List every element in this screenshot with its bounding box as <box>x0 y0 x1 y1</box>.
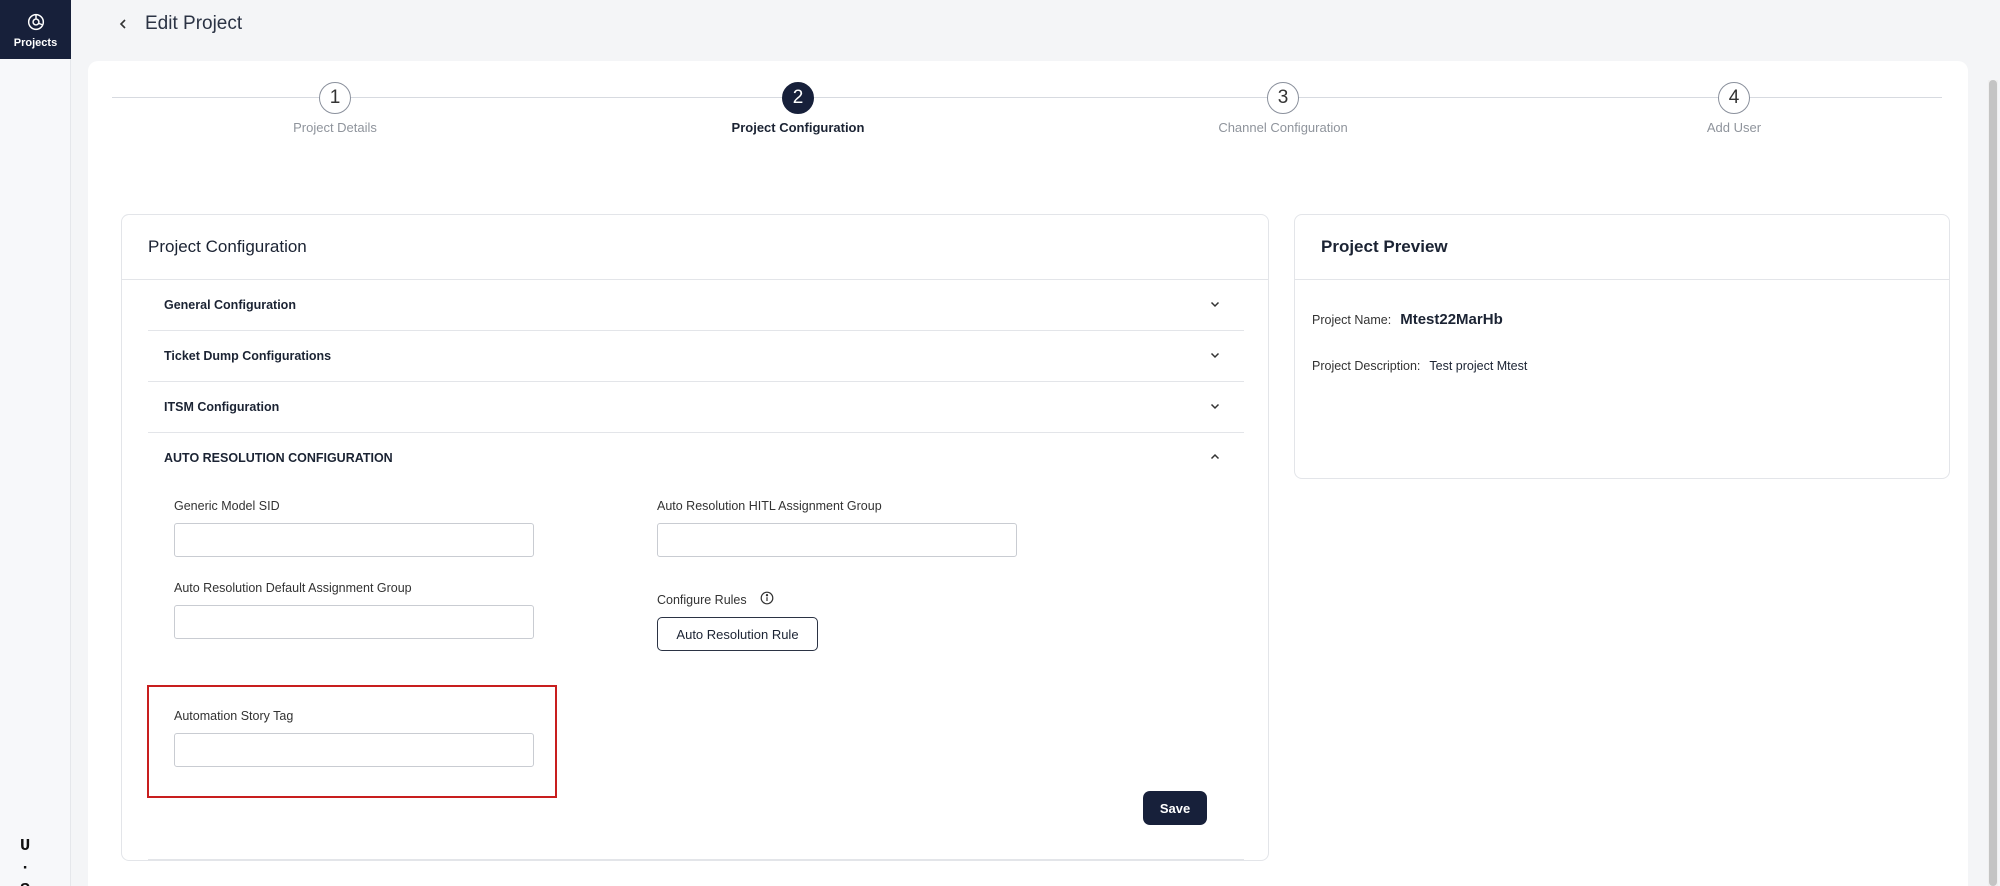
automation-story-tag-label: Automation Story Tag <box>174 709 294 723</box>
step-label: Channel Configuration <box>1218 120 1348 135</box>
card-title: Project Configuration <box>148 237 307 256</box>
project-name-value: Mtest22MarHb <box>1400 311 1503 328</box>
step-number: 4 <box>1718 82 1750 114</box>
step-number: 2 <box>782 82 814 114</box>
project-name-label: Project Name: <box>1312 313 1392 327</box>
step-add-user[interactable]: 4 Add User <box>1634 82 1834 135</box>
chevron-down-icon <box>1210 301 1220 308</box>
project-configuration-card: Project Configuration General Configurat… <box>121 214 1269 861</box>
step-project-configuration[interactable]: 2 Project Configuration <box>698 82 898 135</box>
hitl-assignment-group-label: Auto Resolution HITL Assignment Group <box>657 499 882 513</box>
chevron-up-icon <box>1210 453 1220 460</box>
step-project-details[interactable]: 1 Project Details <box>235 82 435 135</box>
scrollbar-thumb[interactable] <box>1989 80 1997 886</box>
auto-resolution-rule-button[interactable]: Auto Resolution Rule <box>657 617 818 651</box>
accordion-label: ITSM Configuration <box>164 400 280 414</box>
accordion-label: General Configuration <box>164 298 296 312</box>
generic-model-sid-input[interactable] <box>174 523 534 557</box>
page-title: Edit Project <box>145 13 243 34</box>
project-description-label: Project Description: <box>1312 359 1421 373</box>
step-label: Add User <box>1706 120 1762 135</box>
step-channel-configuration[interactable]: 3 Channel Configuration <box>1183 82 1383 135</box>
card-title: Project Preview <box>1321 237 1448 256</box>
accordion-auto-resolution-configuration[interactable]: AUTO RESOLUTION CONFIGURATION <box>148 433 1244 484</box>
ust-logo-line-2: S T <box>20 880 54 886</box>
ust-logo: U · S T <box>20 836 54 886</box>
automation-story-tag-input[interactable] <box>174 733 534 767</box>
project-preview-card: Project Preview Project Name: Mtest22Mar… <box>1294 214 1950 479</box>
stepper: 1 Project Details 2 Project Configuratio… <box>112 82 1942 142</box>
projects-icon <box>27 13 44 30</box>
info-icon[interactable] <box>760 591 774 605</box>
step-label: Project Details <box>293 120 377 135</box>
chevron-down-icon <box>1210 352 1220 359</box>
accordion-label: Ticket Dump Configurations <box>164 349 332 363</box>
save-button[interactable]: Save <box>1143 791 1207 825</box>
accordion-label: AUTO RESOLUTION CONFIGURATION <box>164 451 393 465</box>
page-scrollbar[interactable] <box>1988 80 1998 886</box>
generic-model-sid-label: Generic Model SID <box>174 499 280 513</box>
hitl-assignment-group-input[interactable] <box>657 523 1017 557</box>
sidebar-item-label: Projects <box>13 36 58 49</box>
page-header: Edit Project <box>71 0 2000 48</box>
accordion-general-configuration[interactable]: General Configuration <box>148 280 1244 331</box>
back-button[interactable] <box>111 12 135 36</box>
project-description-row: Project Description: Test project Mtest <box>1312 359 1527 373</box>
project-name-row: Project Name: Mtest22MarHb <box>1312 311 1503 328</box>
sidebar: Projects U · S T <box>0 0 71 886</box>
accordion-itsm-configuration[interactable]: ITSM Configuration <box>148 382 1244 433</box>
step-number: 1 <box>319 82 351 114</box>
configure-rules-label: Configure Rules <box>657 593 747 607</box>
chevron-down-icon <box>1210 403 1220 410</box>
divider <box>148 859 1244 860</box>
chevron-left-icon <box>119 19 126 29</box>
ust-logo-line-1: U · <box>20 837 33 878</box>
default-assignment-group-input[interactable] <box>174 605 534 639</box>
project-description-value: Test project Mtest <box>1429 359 1528 373</box>
default-assignment-group-label: Auto Resolution Default Assignment Group <box>174 581 412 595</box>
divider <box>1295 279 1949 280</box>
accordion-ticket-dump-configurations[interactable]: Ticket Dump Configurations <box>148 331 1244 382</box>
sidebar-item-projects[interactable]: Projects <box>0 0 71 59</box>
step-label: Project Configuration <box>731 120 865 135</box>
step-number: 3 <box>1267 82 1299 114</box>
